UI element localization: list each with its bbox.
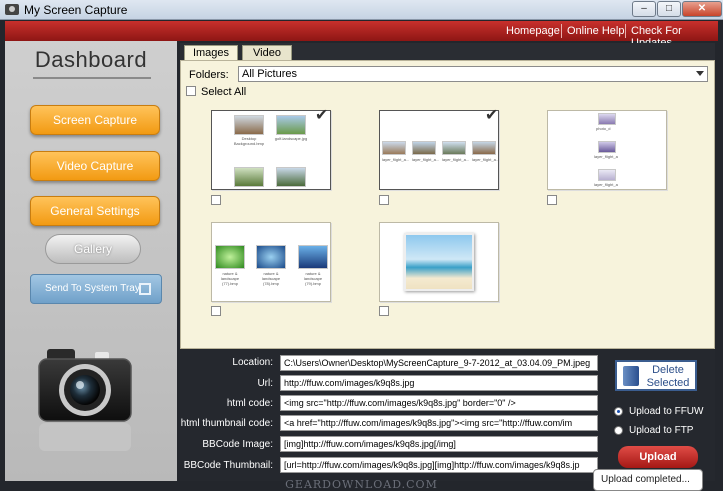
thumbnail	[276, 167, 306, 187]
html-thumb-label: html thumbnail code:	[180, 418, 273, 429]
album-item[interactable]: photo_d layer_flight_a layer_flight_a	[547, 110, 667, 190]
upload-ftp-label: Upload to FTP	[629, 425, 694, 436]
album-item[interactable]: layer_flight_a... layer_flight_a... laye…	[379, 110, 499, 190]
online-help-link[interactable]: Online Help	[567, 25, 624, 37]
minimize-button[interactable]: –	[632, 1, 656, 17]
check-icon: ✔	[315, 107, 329, 124]
thumbnail	[256, 245, 286, 269]
thumb-caption: nature & landscape (79).bmp	[303, 271, 323, 286]
camera-illustration-icon	[38, 349, 132, 451]
thumbnail	[598, 141, 616, 153]
thumbnail	[598, 113, 616, 125]
homepage-link[interactable]: Homepage	[506, 25, 560, 37]
top-nav: Homepage Online Help Check For Updates	[5, 21, 718, 49]
album-item[interactable]: nature & landscape (77).bmp nature & lan…	[211, 222, 331, 302]
images-panel: Folders: All Pictures Select All Desktop…	[180, 60, 715, 349]
upload-ffuw-label: Upload to FFUW	[629, 406, 704, 417]
beach-thumbnail	[404, 233, 474, 291]
details-panel: Location: C:\Users\Owner\Desktop\MyScree…	[180, 350, 715, 481]
album-checkbox[interactable]	[211, 195, 221, 205]
bbcode-image-field[interactable]: [img]http://ffuw.com/images/k9q8s.jpg[/i…	[280, 436, 598, 452]
check-icon: ✔	[485, 107, 499, 124]
camera-app-icon	[5, 4, 19, 15]
maximize-button[interactable]: □	[657, 1, 681, 17]
tab-images[interactable]: Images	[184, 45, 238, 61]
upload-status-toast: Upload completed...	[593, 469, 703, 491]
location-field[interactable]: C:\Users\Owner\Desktop\MyScreenCapture_9…	[280, 355, 598, 371]
thumb-caption: layer_flight_a...	[472, 157, 500, 162]
bbcode-image-label: BBCode Image:	[202, 439, 273, 450]
tab-bar: Images Video	[180, 43, 715, 61]
select-all-checkbox[interactable]	[186, 86, 196, 96]
send-to-tray-button[interactable]: Send To System Tray	[30, 274, 162, 304]
app-window: My Screen Capture – □ ✕ Homepage Online …	[0, 0, 723, 491]
delete-selected-label: Delete Selected	[643, 364, 693, 390]
thumbnail	[598, 169, 616, 181]
close-button[interactable]: ✕	[682, 1, 722, 17]
tab-video[interactable]: Video	[242, 45, 292, 61]
thumb-caption: layer_flight_a...	[442, 157, 470, 162]
thumbnail	[412, 141, 436, 155]
thumb-caption: layer_flight_a	[594, 154, 618, 159]
thumb-caption: layer_flight_a...	[412, 157, 440, 162]
html-code-label: html code:	[226, 398, 273, 409]
album-checkbox[interactable]	[379, 306, 389, 316]
thumb-caption: layer_flight_a...	[382, 157, 410, 162]
sidebar: Dashboard Screen Capture Video Capture G…	[5, 41, 177, 481]
thumbnail	[442, 141, 466, 155]
url-field[interactable]: http://ffuw.com/images/k9q8s.jpg	[280, 375, 598, 391]
url-label: Url:	[257, 378, 273, 389]
window-title: My Screen Capture	[24, 3, 128, 17]
gallery-button[interactable]: Gallery	[45, 234, 141, 264]
select-all-label: Select All	[201, 86, 247, 98]
nav-separator	[561, 24, 562, 38]
title-bar: My Screen Capture – □ ✕	[0, 0, 723, 20]
tray-icon	[139, 283, 151, 295]
location-label: Location:	[232, 357, 273, 368]
thumbnail	[234, 167, 264, 187]
thumb-caption: Desktop Background.bmp	[233, 136, 265, 146]
thumb-caption: nature & landscape (77).bmp	[220, 271, 240, 286]
delete-label-line2: Selected	[646, 377, 690, 389]
nav-separator	[625, 24, 626, 38]
upload-ffuw-radio[interactable]	[614, 407, 623, 416]
album-item[interactable]: Desktop Background.bmp golf-landscape.jp…	[211, 110, 331, 190]
upload-button[interactable]: Upload	[618, 446, 698, 468]
dashboard-title: Dashboard	[34, 47, 148, 72]
bbcode-thumb-label: BBCode Thumbnail:	[183, 460, 273, 471]
thumbnail	[472, 141, 496, 155]
thumbnail	[276, 115, 306, 135]
album-checkbox[interactable]	[547, 195, 557, 205]
delete-label-line1: Delete	[652, 364, 684, 376]
html-code-field[interactable]: <img src="http://ffuw.com/images/k9q8s.j…	[280, 395, 598, 411]
delete-selected-button[interactable]: Delete Selected	[615, 360, 697, 391]
thumbnail	[234, 115, 264, 135]
thumb-caption: nature & landscape (78).bmp	[261, 271, 281, 286]
folders-label: Folders:	[189, 69, 229, 81]
folders-dropdown[interactable]: All Pictures	[238, 66, 708, 82]
chevron-down-icon	[696, 71, 704, 76]
folders-value: All Pictures	[242, 68, 298, 80]
trash-icon	[623, 366, 639, 386]
screen-capture-button[interactable]: Screen Capture	[30, 105, 160, 135]
thumbnail	[215, 245, 245, 269]
album-checkbox[interactable]	[379, 195, 389, 205]
upload-ftp-radio[interactable]	[614, 426, 623, 435]
html-thumb-field[interactable]: <a href="http://ffuw.com/images/k9q8s.jp…	[280, 415, 598, 431]
thumbnail	[382, 141, 406, 155]
title-divider	[33, 77, 151, 79]
send-to-tray-label: Send To System Tray	[45, 283, 140, 294]
album-checkbox[interactable]	[211, 306, 221, 316]
thumb-caption: golf-landscape.jpg	[274, 136, 308, 141]
album-item[interactable]	[379, 222, 499, 302]
video-capture-button[interactable]: Video Capture	[30, 151, 160, 181]
general-settings-button[interactable]: General Settings	[30, 196, 160, 226]
bbcode-thumb-field[interactable]: [url=http://ffuw.com/images/k9q8s.jpg][i…	[280, 457, 598, 473]
thumbnail	[298, 245, 328, 269]
thumb-caption: photo_d	[596, 126, 611, 131]
thumb-caption: layer_flight_a	[594, 182, 618, 187]
